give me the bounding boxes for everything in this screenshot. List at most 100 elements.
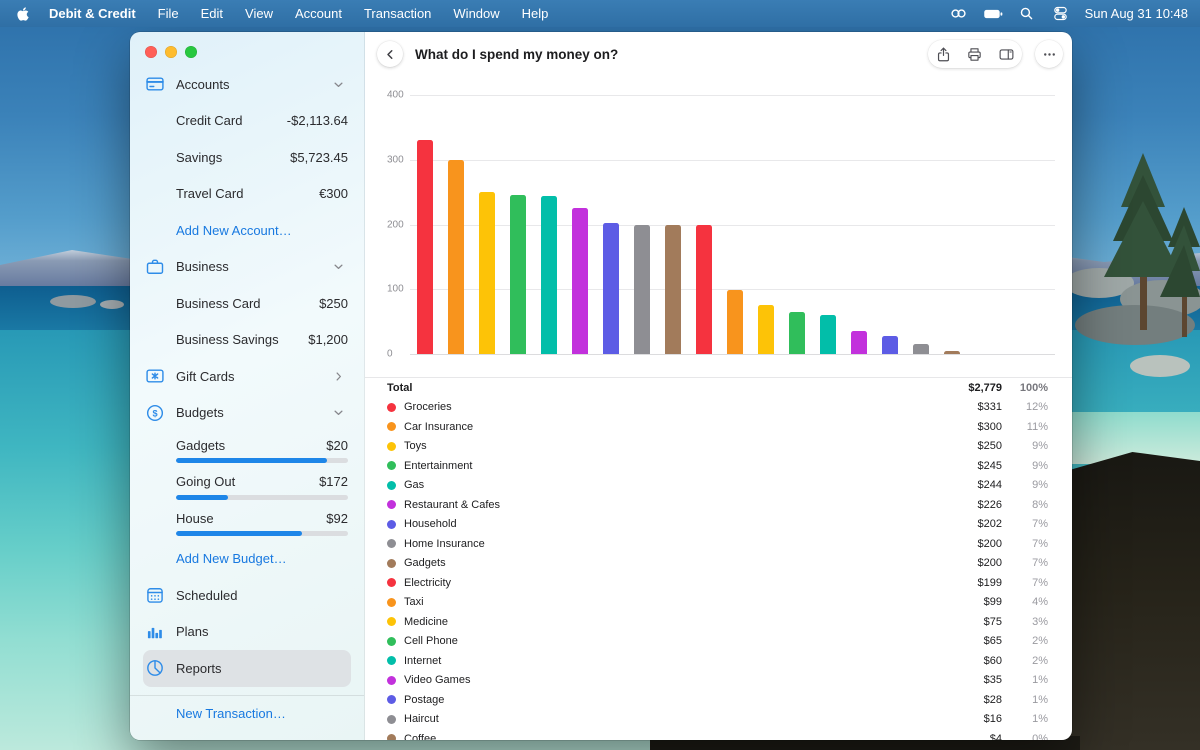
sidebar-account-savings[interactable]: Savings$5,723.45 (143, 139, 351, 176)
sidebar-budget-house[interactable]: House$92 (143, 504, 351, 541)
menu-file[interactable]: File (158, 6, 179, 21)
category-label: Restaurant & Cafes (404, 499, 940, 511)
sidebar-budget-gadgets[interactable]: Gadgets$20 (143, 431, 351, 468)
category-label: Video Games (404, 674, 940, 686)
sidebar-item-accounts[interactable]: Accounts (143, 66, 351, 103)
table-row-video-games[interactable]: Video Games$351% (387, 671, 1048, 691)
sidebar-item-scheduled[interactable]: Scheduled (143, 577, 351, 614)
table-row-electricity[interactable]: Electricity$1997% (387, 573, 1048, 593)
category-amount: $199 (940, 577, 1002, 589)
sidebar-item-reports[interactable]: Reports (143, 650, 351, 687)
category-amount: $35 (940, 674, 1002, 686)
sidebar-link-new-transaction[interactable]: New Transaction… (143, 696, 351, 733)
sidebar-item-plans[interactable]: Plans (143, 614, 351, 651)
category-percent: 2% (1002, 655, 1048, 667)
table-row-household[interactable]: Household$2027% (387, 515, 1048, 535)
menu-bar: Debit & Credit File Edit View Account Transa… (0, 0, 1200, 27)
sidebar-toggle-icon[interactable] (995, 43, 1017, 65)
table-row-internet[interactable]: Internet$602% (387, 651, 1048, 671)
sidebar-account-business-savings[interactable]: Business Savings$1,200 (143, 322, 351, 359)
category-label: Cell Phone (404, 635, 940, 647)
category-percent: 8% (1002, 499, 1048, 511)
table-row-gadgets[interactable]: Gadgets$2007% (387, 554, 1048, 574)
print-icon[interactable] (964, 43, 986, 65)
table-row-home-insurance[interactable]: Home Insurance$2007% (387, 534, 1048, 554)
wallpaper-foreground-shore (1070, 452, 1200, 750)
menu-window[interactable]: Window (453, 6, 499, 21)
table-row-car-insurance[interactable]: Car Insurance$30011% (387, 417, 1048, 437)
sidebar-item-business[interactable]: Business (143, 249, 351, 286)
menu-view[interactable]: View (245, 6, 273, 21)
category-color-dot (387, 481, 396, 490)
sidebar-link-add-new-budget[interactable]: Add New Budget… (143, 541, 351, 578)
table-row-medicine[interactable]: Medicine$753% (387, 612, 1048, 632)
sidebar-budget-going-out[interactable]: Going Out$172 (143, 468, 351, 505)
bar-internet (820, 315, 836, 354)
table-row-restaurant-cafes[interactable]: Restaurant & Cafes$2268% (387, 495, 1048, 515)
account-balance: -$2,113.64 (287, 113, 348, 128)
close-window-button[interactable] (145, 46, 157, 58)
more-icon[interactable] (1035, 40, 1063, 68)
table-row-entertainment[interactable]: Entertainment$2459% (387, 456, 1048, 476)
table-row-groceries[interactable]: Groceries$33112% (387, 398, 1048, 418)
bar-gas (541, 196, 557, 354)
table-row-coffee[interactable]: Coffee$40% (387, 729, 1048, 740)
menu-transaction[interactable]: Transaction (364, 6, 431, 21)
menu-items: File Edit View Account Transaction Window Help (158, 6, 571, 21)
sidebar-account-travel-card[interactable]: Travel Card€300 (143, 176, 351, 213)
category-amount: $331 (940, 401, 1002, 413)
wallpaper-rock (50, 295, 96, 308)
sidebar-item-label: Plans (176, 624, 347, 639)
category-color-dot (387, 422, 396, 431)
table-row-total: Total$2,779100% (387, 378, 1048, 398)
menu-edit[interactable]: Edit (201, 6, 223, 21)
table-row-postage[interactable]: Postage$281% (387, 690, 1048, 710)
menu-account[interactable]: Account (295, 6, 342, 21)
control-center-icon[interactable] (1051, 4, 1071, 24)
sidebar-link-add-new-account[interactable]: Add New Account… (143, 212, 351, 249)
menu-clock[interactable]: Sun Aug 31 10:48 (1085, 6, 1188, 21)
category-amount: $226 (940, 499, 1002, 511)
category-color-dot (387, 461, 396, 470)
account-name: Business Card (176, 296, 319, 311)
sidebar-item-label: Reports (176, 661, 347, 676)
table-row-taxi[interactable]: Taxi$994% (387, 593, 1048, 613)
menu-app-name[interactable]: Debit & Credit (49, 6, 136, 21)
budget-row-top: Going Out$172 (176, 472, 348, 492)
back-button[interactable] (377, 41, 403, 67)
bar-postage (882, 336, 898, 354)
table-row-toys[interactable]: Toys$2509% (387, 437, 1048, 457)
category-percent: 9% (1002, 460, 1048, 472)
category-percent: 3% (1002, 616, 1048, 628)
table-row-cell-phone[interactable]: Cell Phone$652% (387, 632, 1048, 652)
apple-menu-icon[interactable] (16, 5, 31, 22)
sidebar-account-credit-card[interactable]: Credit Card-$2,113.64 (143, 103, 351, 140)
battery-icon[interactable] (983, 4, 1003, 24)
sidebar-item-gift-cards[interactable]: Gift Cards (143, 358, 351, 395)
category-amount: $245 (940, 460, 1002, 472)
budget-progress-track (176, 495, 348, 500)
category-label: Medicine (404, 616, 940, 628)
budget-row-top: Gadgets$20 (176, 435, 348, 455)
link-icon[interactable] (949, 4, 969, 24)
sidebar-item-label: Scheduled (176, 588, 347, 603)
menu-help[interactable]: Help (522, 6, 549, 21)
sidebar-account-business-card[interactable]: Business Card$250 (143, 285, 351, 322)
category-percent: 12% (1002, 401, 1048, 413)
zoom-window-button[interactable] (185, 46, 197, 58)
table-row-haircut[interactable]: Haircut$161% (387, 710, 1048, 730)
account-balance: $1,200 (308, 332, 348, 347)
budget-amount: $92 (326, 511, 348, 526)
search-icon[interactable] (1017, 4, 1037, 24)
bar-car-insurance (448, 160, 464, 354)
bar-restaurant-cafes (572, 208, 588, 354)
category-amount: $99 (940, 596, 1002, 608)
sidebar-item-label: Gift Cards (176, 369, 331, 384)
category-amount: $28 (940, 694, 1002, 706)
sidebar-item-budgets[interactable]: $Budgets (143, 395, 351, 432)
table-row-gas[interactable]: Gas$2449% (387, 476, 1048, 496)
share-icon[interactable] (933, 43, 955, 65)
bar-home-insurance (634, 225, 650, 355)
chevron-down-icon (331, 259, 347, 275)
minimize-window-button[interactable] (165, 46, 177, 58)
